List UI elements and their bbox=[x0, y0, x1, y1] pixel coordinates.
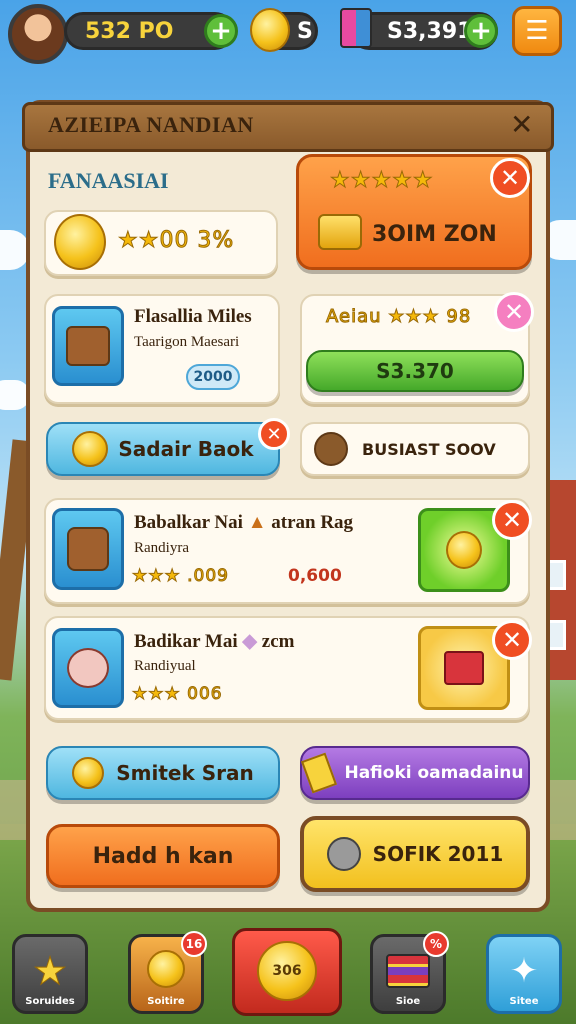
notification-badge: 16 bbox=[181, 931, 207, 957]
nav-item-star[interactable]: ★ Soruides bbox=[12, 934, 88, 1014]
item-image bbox=[52, 628, 124, 708]
boost-card[interactable]: BUSIAST SOOV bbox=[300, 422, 530, 476]
gold-bar-icon bbox=[318, 214, 362, 250]
nav-item-share[interactable]: ✦ Sitee bbox=[486, 934, 562, 1014]
close-icon[interactable]: ✕ bbox=[494, 292, 534, 332]
item-subtitle: Randiyual bbox=[134, 658, 196, 674]
coin-icon bbox=[147, 950, 185, 988]
nav-item-coin[interactable]: Soitire 16 bbox=[128, 931, 207, 1014]
menu-button[interactable]: ☰ bbox=[512, 6, 562, 56]
item-image bbox=[52, 306, 124, 386]
sadair-baok-button[interactable]: Sadair Baok bbox=[46, 422, 280, 476]
add-currency-button[interactable]: + bbox=[204, 14, 238, 48]
close-icon[interactable]: ✕ bbox=[492, 500, 532, 540]
gift-icon bbox=[340, 8, 372, 48]
hafioki-button[interactable]: Hafioki oamadainu bbox=[300, 746, 530, 800]
nav-item-books[interactable]: Sioe % bbox=[370, 931, 449, 1014]
buy-button[interactable]: S3.370 bbox=[306, 350, 524, 392]
coin-value: S bbox=[297, 18, 313, 44]
item-image bbox=[52, 508, 124, 590]
add-cash-button[interactable]: + bbox=[464, 14, 498, 48]
buy-price: S3.370 bbox=[376, 359, 454, 383]
offer-label: 3OIM ZON bbox=[372, 222, 497, 247]
close-icon[interactable]: ✕ bbox=[490, 158, 530, 198]
item-name-suffix: atran Rag bbox=[271, 512, 354, 533]
coin-icon bbox=[250, 8, 290, 52]
item-count: 2000 bbox=[193, 369, 233, 385]
torch-icon: ▲ bbox=[247, 512, 267, 533]
boost-label: BUSIAST SOOV bbox=[362, 439, 496, 459]
nav-item-label: Sioe bbox=[395, 996, 421, 1007]
close-icon[interactable]: ✕ bbox=[510, 108, 533, 141]
item-rating: Aeiau ★★★ 98 bbox=[325, 306, 472, 328]
offer-stars: ★★★★★ bbox=[330, 168, 434, 194]
section-title: FANAASIAI bbox=[48, 168, 169, 193]
hadd-h-kan-button[interactable]: Hadd h kan bbox=[46, 824, 280, 888]
item-subtitle: Taarigon Maesari bbox=[134, 334, 240, 350]
smitek-sran-label: Smitek Sran bbox=[116, 761, 254, 785]
item-name: Babalkar Nai ▲ atran Rag bbox=[134, 512, 353, 534]
scroll-icon: ◆ bbox=[242, 631, 258, 652]
hafioki-label: Hafioki oamadainu bbox=[344, 763, 524, 783]
close-icon[interactable]: ✕ bbox=[492, 620, 532, 660]
coin-stack-icon bbox=[72, 431, 109, 467]
coin-icon bbox=[54, 214, 106, 270]
panel-title: AZIEIPA NANDIAN bbox=[48, 112, 254, 137]
player-avatar[interactable] bbox=[8, 4, 68, 64]
item-name: Flasallia Miles bbox=[134, 306, 252, 327]
sadair-baok-label: Sadair Baok bbox=[118, 437, 254, 461]
player-currency-value: 532 PO bbox=[85, 18, 174, 44]
star-icon: ★ bbox=[32, 949, 68, 993]
sofik-button[interactable]: SOFIK 2011 bbox=[300, 816, 530, 892]
coin-icon bbox=[446, 531, 482, 569]
nav-item-label: 306 bbox=[272, 963, 302, 979]
rating-text: ★★00 3% bbox=[117, 228, 235, 254]
hadd-h-kan-label: Hadd h kan bbox=[92, 843, 234, 869]
key-icon bbox=[326, 837, 361, 871]
crate-icon bbox=[66, 326, 110, 366]
coin-bag-icon: 306 bbox=[257, 941, 317, 1001]
item-name: Badikar Mai ◆ zcm bbox=[134, 630, 294, 653]
treasure-icon bbox=[444, 651, 484, 685]
nav-item-label: Soruides bbox=[25, 996, 75, 1007]
nav-item-home[interactable]: 306 bbox=[232, 928, 342, 1016]
coin-icon bbox=[72, 757, 105, 789]
nav-item-label: Soitire bbox=[147, 996, 185, 1007]
share-icon: ✦ bbox=[509, 951, 539, 991]
item-stars: ★★★ 006 bbox=[132, 684, 223, 705]
sofik-label: SOFIK 2011 bbox=[372, 842, 504, 866]
item-name-suffix: zcm bbox=[261, 631, 295, 652]
bag-icon bbox=[314, 432, 348, 466]
books-icon bbox=[386, 954, 430, 988]
ticket-icon bbox=[301, 752, 338, 794]
item-price: 0,600 bbox=[288, 566, 342, 586]
smitek-sran-button[interactable]: Smitek Sran bbox=[46, 746, 280, 800]
notification-badge: % bbox=[423, 931, 449, 957]
item-subtitle: Randiyra bbox=[134, 540, 189, 556]
item-name-main: Babalkar Nai bbox=[134, 512, 243, 533]
item-stars: ★★★ .009 bbox=[132, 566, 229, 587]
close-icon[interactable]: ✕ bbox=[258, 418, 290, 450]
item-count-pill: 2000 bbox=[186, 364, 240, 390]
pouch-icon bbox=[67, 648, 109, 688]
item-name-main: Badikar Mai bbox=[134, 631, 238, 652]
nav-item-label: Sitee bbox=[509, 996, 539, 1007]
backpack-icon bbox=[67, 527, 109, 571]
